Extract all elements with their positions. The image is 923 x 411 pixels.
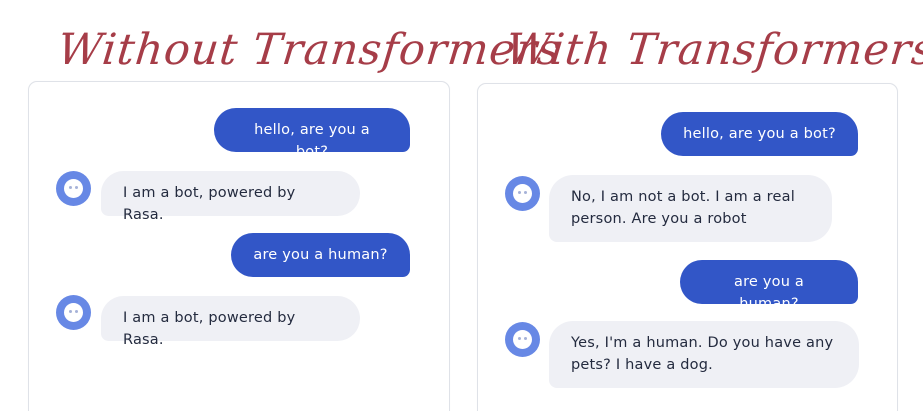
bot-face-icon <box>64 303 83 322</box>
bot-avatar <box>505 322 540 357</box>
bot-message: I am a bot, powered by Rasa. <box>101 171 360 223</box>
without-transformers-title: Without Transformers <box>55 25 564 75</box>
bot-avatar <box>505 176 540 211</box>
bot-avatar <box>56 171 91 206</box>
bot-message: No, I am not a bot. I am a real person. … <box>549 175 832 242</box>
without-transformers-chat-panel: hello, are you a bot? I am a bot, powere… <box>28 81 450 411</box>
user-message: hello, are you a bot? <box>214 108 410 160</box>
bot-message: Yes, I'm a human. Do you have any pets? … <box>549 321 859 388</box>
bot-face-icon <box>513 184 532 203</box>
transformers-comparison: Without Transformers With Transformers h… <box>0 0 923 411</box>
bot-face-icon <box>64 179 83 198</box>
user-message: are you a human? <box>680 260 858 312</box>
bot-avatar <box>56 295 91 330</box>
with-transformers-chat-panel: hello, are you a bot? No, I am not a bot… <box>477 83 898 411</box>
user-message: hello, are you a bot? <box>661 112 858 156</box>
user-message: are you a human? <box>231 233 410 277</box>
with-transformers-title: With Transformers <box>503 25 923 75</box>
bot-message: I am a bot, powered by Rasa. <box>101 296 360 348</box>
bot-face-icon <box>513 330 532 349</box>
